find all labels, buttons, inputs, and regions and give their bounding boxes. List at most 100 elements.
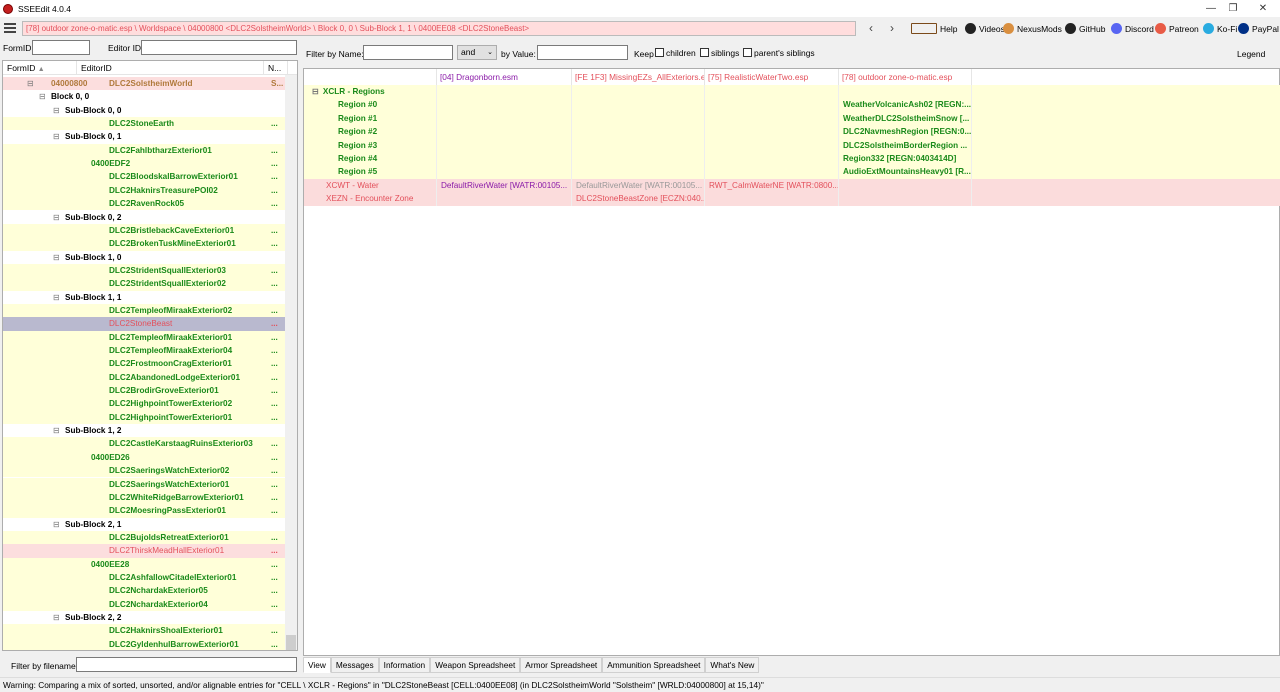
collapse-icon[interactable]: ⊟ [39,90,46,103]
tree-cell-row[interactable]: DLC2HaknirsTreasurePOI02... [3,183,285,198]
view-column-header[interactable] [304,69,437,85]
collapse-icon[interactable]: ⊟ [53,130,60,143]
tree-cell-row[interactable]: DLC2BrokenTuskMineExterior01... [3,237,285,251]
collapse-icon[interactable]: ⊟ [53,518,60,531]
view-cell[interactable] [705,85,839,99]
formid-column-header[interactable]: FormID ▲ [3,61,77,75]
editorid-column-header[interactable]: EditorID [77,61,264,75]
tree-cell-row[interactable]: DLC2HighpointTowerExterior02... [3,397,285,411]
tree-cell-row[interactable]: DLC2ThirskMeadHallExterior01... [3,544,285,558]
view-cell[interactable]: DefaultRiverWater [WATR:00105... [437,178,572,193]
view-cell[interactable]: WeatherDLC2SolstheimSnow [... [839,111,972,126]
tree-worldspace-row[interactable]: ⊟ 04000800 DLC2SolstheimWorld S... [3,77,285,91]
view-cell[interactable] [572,125,705,139]
view-row[interactable]: Region #4 Region332 [REGN:0403414D] [304,152,1280,166]
tree-cell-row[interactable]: DLC2BrodirGroveExterior01... [3,384,285,398]
view-cell[interactable] [437,152,572,166]
view-cell[interactable] [572,111,705,126]
tree-group-row[interactable]: ⊟ Sub-Block 0, 2 [3,210,285,224]
view-cell[interactable] [705,111,839,126]
collapse-icon[interactable]: ⊟ [53,251,60,264]
tree-cell-row[interactable]: DLC2FahlbtharzExterior01... [3,143,285,158]
tab-weapon-spreadsheet[interactable]: Weapon Spreadsheet [430,657,521,673]
tab-what-s-new[interactable]: What's New [705,657,760,673]
tree-group-row[interactable]: ⊟ Sub-Block 0, 0 [3,103,285,118]
view-row[interactable]: XCWT - Water DefaultRiverWater [WATR:0010… [304,178,1280,193]
view-cell[interactable] [572,85,705,99]
tree-cell-row[interactable]: DLC2BujoldsRetreatExterior01... [3,530,285,545]
tree-cell-row[interactable]: DLC2CastleKarstaagRuinsExterior03... [3,437,285,451]
view-cell[interactable]: DLC2NavmeshRegion [REGN:0... [839,125,972,139]
tree-cell-row[interactable]: DLC2TempleofMiraakExterior04... [3,344,285,358]
tree-group-row[interactable]: ⊟ Sub-Block 2, 1 [3,517,285,531]
tab-ammunition-spreadsheet[interactable]: Ammunition Spreadsheet [602,657,706,673]
view-cell[interactable] [705,138,839,152]
view-cell[interactable]: WeatherVolcanicAsh02 [REGN:... [839,98,972,112]
view-cell[interactable] [437,85,572,99]
filter-name-input[interactable] [363,45,453,60]
forward-arrow-icon[interactable]: › [885,20,899,37]
tree-cell-row[interactable]: DLC2StridentSquallExterior02... [3,277,285,291]
view-cell[interactable] [705,165,839,179]
view-cell[interactable] [437,98,572,112]
view-cell[interactable]: RWT_CalmWaterNE [WATR:0800... [705,178,839,193]
view-cell[interactable]: DefaultRiverWater [WATR:00105... [572,178,705,193]
tree-cell-row[interactable]: DLC2NchardakExterior04... [3,597,285,611]
view-cell[interactable]: DLC2SolstheimBorderRegion ... [839,138,972,152]
tab-information[interactable]: Information [378,657,431,673]
toolbar-videos-link[interactable]: Videos [965,20,1005,37]
view-cell[interactable] [572,98,705,112]
toolbar-discord-link[interactable]: Discord [1111,20,1154,37]
view-cell[interactable] [437,111,572,126]
view-cell[interactable]: DLC2StoneBeastZone [ECZN:040... [572,192,705,206]
scrollbar-thumb[interactable] [286,635,296,650]
view-cell[interactable] [705,152,839,166]
record-view-grid[interactable]: [04] Dragonborn.esm [FE 1F3] MissingEZs_A… [303,68,1280,656]
view-cell[interactable] [437,165,572,179]
keep-siblings-checkbox[interactable]: siblings [700,48,739,58]
tree-cell-row[interactable]: DLC2StoneBeast... [3,317,285,331]
view-cell[interactable] [437,192,572,206]
tree-scrollbar[interactable] [285,75,297,650]
view-row[interactable]: ⊟ XCLR - Regions [304,85,1280,99]
tree-cell-row[interactable]: DLC2StridentSquallExterior03... [3,263,285,278]
keep-parents-siblings-checkbox[interactable]: parent's siblings [743,48,815,58]
tree-cell-row[interactable]: DLC2AshfallowCitadelExterior01... [3,570,285,585]
collapse-icon[interactable]: ⊟ [53,424,60,437]
toolbar-nexusmods-link[interactable]: NexusMods [1003,20,1062,37]
view-row[interactable]: Region #1 WeatherDLC2SolstheimSnow [... [304,111,1280,126]
tree-cell-row[interactable]: DLC2RavenRock05... [3,197,285,211]
tree-cell-row[interactable]: DLC2TempleofMiraakExterior02... [3,303,285,318]
collapse-icon[interactable]: ⊟ [27,77,34,90]
name-column-header[interactable]: N... [264,61,288,75]
back-arrow-icon[interactable]: ‹ [864,20,878,37]
view-column-header[interactable]: [FE 1F3] MissingEZs_AllExteriors.esp [572,69,705,85]
collapse-icon[interactable]: ⊟ [53,291,60,304]
collapse-icon[interactable]: ⊟ [53,104,60,117]
filter-value-input[interactable] [537,45,628,60]
view-cell[interactable] [572,165,705,179]
tree-group-row[interactable]: ⊟ Sub-Block 1, 2 [3,424,285,438]
tree-cell-row[interactable]: DLC2SaeringsWatchExterior02... [3,464,285,478]
filter-filename-input[interactable] [76,657,297,672]
tree-cell-row[interactable]: DLC2HaknirsShoalExterior01... [3,624,285,638]
view-cell[interactable] [705,125,839,139]
tree-group-row[interactable]: ⊟ Sub-Block 1, 1 [3,290,285,304]
view-cell[interactable] [572,152,705,166]
legend-button[interactable]: Legend [1237,49,1265,59]
tree-cell-row[interactable]: DLC2MoesringPassExterior01... [3,504,285,518]
keep-children-checkbox[interactable]: children [655,48,696,58]
tree-cell-row[interactable]: DLC2HighpointTowerExterior01... [3,410,285,425]
toolbar-github-link[interactable]: GitHub [1065,20,1105,37]
tree-group-row[interactable]: ⊟ Block 0, 0 [3,90,285,104]
tab-messages[interactable]: Messages [330,657,379,673]
view-cell[interactable] [437,125,572,139]
view-column-header[interactable]: [04] Dragonborn.esm [437,69,572,85]
tree-cell-row[interactable]: DLC2GyldenhulBarrowExterior01... [3,637,285,650]
formid-input[interactable] [32,40,90,55]
view-cell[interactable] [839,192,972,206]
view-cell[interactable]: Region332 [REGN:0403414D] [839,152,972,166]
record-tree[interactable]: FormID ▲ EditorID N... ⊟ 04000800 DLC2Sols… [2,60,298,651]
tree-group-row[interactable]: ⊟ Sub-Block 2, 2 [3,611,285,625]
view-row[interactable]: Region #5 AudioExtMountainsHeavy01 [R... [304,165,1280,179]
